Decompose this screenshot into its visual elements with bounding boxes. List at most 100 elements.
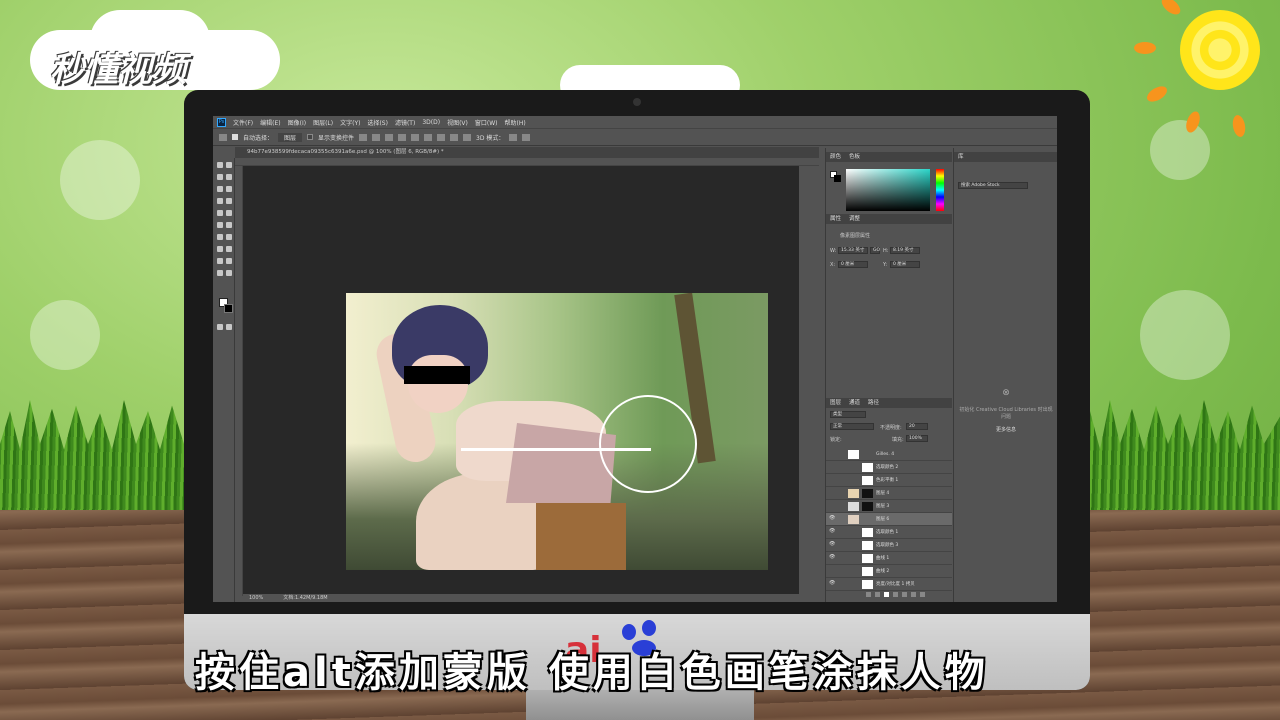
menu-help[interactable]: 帮助(H)	[505, 118, 526, 127]
visibility-toggle[interactable]	[829, 451, 834, 456]
fx-icon[interactable]	[875, 592, 880, 597]
blur-tool-icon[interactable]	[217, 234, 223, 240]
magic-wand-icon[interactable]	[226, 174, 232, 180]
distribute-icon[interactable]	[463, 133, 472, 141]
healing-brush-icon[interactable]	[217, 198, 223, 204]
link-layers-icon[interactable]	[866, 592, 871, 597]
visibility-toggle[interactable]: 👁	[829, 529, 835, 534]
align-center-icon[interactable]	[411, 133, 420, 141]
hue-slider[interactable]	[936, 169, 944, 211]
distribute-icon[interactable]	[450, 133, 459, 141]
y-field[interactable]: 0 厘米	[890, 261, 920, 268]
visibility-toggle[interactable]: 👁	[829, 555, 835, 560]
menu-layer[interactable]: 图层(L)	[313, 118, 333, 127]
zoom-tool-icon[interactable]	[226, 270, 232, 276]
zoom-level[interactable]: 100%	[249, 594, 263, 602]
photoshop-app-icon[interactable]: Ps	[217, 117, 226, 127]
tab-paths[interactable]: 路径	[868, 398, 879, 408]
canvas-area[interactable]	[243, 166, 799, 594]
clone-stamp-icon[interactable]	[217, 210, 223, 216]
eyedropper-icon[interactable]	[226, 186, 232, 192]
menu-type[interactable]: 文字(Y)	[340, 118, 360, 127]
layer-row[interactable]: 👁 选取颜色 1	[826, 526, 952, 539]
tab-properties[interactable]: 属性	[830, 214, 841, 224]
visibility-toggle[interactable]	[829, 490, 834, 495]
align-left-icon[interactable]	[398, 133, 407, 141]
menu-window[interactable]: 窗口(W)	[475, 118, 498, 127]
menu-image[interactable]: 图像(I)	[288, 118, 306, 127]
menu-3d[interactable]: 3D(D)	[422, 119, 440, 126]
vertical-scrollbar[interactable]	[799, 166, 819, 594]
shape-tool-icon[interactable]	[226, 258, 232, 264]
tab-swatches[interactable]: 色板	[849, 152, 860, 162]
menu-view[interactable]: 视图(V)	[447, 118, 468, 127]
hand-tool-icon[interactable]	[217, 270, 223, 276]
add-mask-icon[interactable]	[884, 592, 889, 597]
more-info-link[interactable]: 更多信息	[958, 426, 1054, 433]
auto-select-checkbox[interactable]	[232, 134, 238, 140]
layer-row[interactable]: 图层 3	[826, 500, 952, 513]
layer-row[interactable]: 👁 亮度/对比度 1 拷贝	[826, 578, 952, 591]
align-top-icon[interactable]	[359, 133, 368, 141]
layer-row[interactable]: Gilles. 4	[826, 448, 952, 461]
layer-row[interactable]: 👁 选取颜色 3	[826, 539, 952, 552]
layer-row[interactable]: 图层 4	[826, 487, 952, 500]
visibility-toggle[interactable]	[829, 568, 834, 573]
layer-row[interactable]: 色彩平衡 1	[826, 474, 952, 487]
tab-channels[interactable]: 通道	[849, 398, 860, 408]
visibility-toggle[interactable]	[829, 477, 834, 482]
align-right-icon[interactable]	[424, 133, 433, 141]
gradient-icon[interactable]	[226, 222, 232, 228]
tab-color[interactable]: 颜色	[830, 152, 841, 162]
lasso-tool-icon[interactable]	[217, 174, 223, 180]
doc-size[interactable]: 文档:1.42M/9.18M	[283, 594, 327, 602]
pen-tool-icon[interactable]	[217, 246, 223, 252]
group-icon[interactable]	[902, 592, 907, 597]
marquee-tool-icon[interactable]	[226, 162, 232, 168]
adjustment-layer-icon[interactable]	[893, 592, 898, 597]
layer-row[interactable]: 选取颜色 2	[826, 461, 952, 474]
menu-filter[interactable]: 滤镜(T)	[395, 118, 415, 127]
dodge-tool-icon[interactable]	[226, 234, 232, 240]
width-field[interactable]: 15.33 英寸	[838, 247, 868, 254]
menu-select[interactable]: 选择(S)	[367, 118, 388, 127]
move-tool-icon[interactable]	[219, 133, 227, 141]
3d-pan-icon[interactable]	[522, 133, 531, 141]
visibility-toggle[interactable]: 👁	[829, 516, 835, 521]
new-layer-icon[interactable]	[911, 592, 916, 597]
screen-mode-icon[interactable]	[226, 324, 232, 330]
tab-adjustments[interactable]: 调整	[849, 214, 860, 224]
move-tool-icon[interactable]	[217, 162, 223, 168]
trash-icon[interactable]	[920, 592, 925, 597]
visibility-toggle[interactable]	[829, 503, 834, 508]
bg-color-swatch[interactable]	[834, 175, 841, 182]
background-color-swatch[interactable]	[224, 304, 233, 313]
height-field[interactable]: 8.19 英寸	[890, 247, 920, 254]
menu-file[interactable]: 文件(F)	[233, 118, 253, 127]
document-tab[interactable]: 94b77e938599fdecaca09355c6391a6e.psd @ 1…	[235, 147, 819, 158]
tab-layers[interactable]: 图层	[830, 398, 841, 408]
history-brush-icon[interactable]	[226, 210, 232, 216]
menu-edit[interactable]: 编辑(E)	[260, 118, 280, 127]
link-dimensions-button[interactable]: GO	[870, 247, 880, 254]
visibility-toggle[interactable]	[829, 464, 834, 469]
type-tool-icon[interactable]	[226, 246, 232, 252]
library-search-input[interactable]: 搜索 Adobe Stock	[958, 182, 1028, 189]
fill-field[interactable]: 100%	[906, 435, 928, 442]
eraser-icon[interactable]	[217, 222, 223, 228]
3d-rotate-icon[interactable]	[509, 133, 518, 141]
brush-tool-icon[interactable]	[226, 198, 232, 204]
visibility-toggle[interactable]: 👁	[829, 581, 835, 586]
tab-libraries[interactable]: 库	[958, 152, 964, 162]
distribute-icon[interactable]	[437, 133, 446, 141]
x-field[interactable]: 0 厘米	[838, 261, 868, 268]
auto-select-dropdown[interactable]: 图层	[278, 132, 303, 142]
layer-row[interactable]: 曲线 2	[826, 565, 952, 578]
quick-mask-icon[interactable]	[217, 324, 223, 330]
layer-row-selected[interactable]: 👁 图层 6	[826, 513, 952, 526]
show-transform-checkbox[interactable]	[307, 134, 314, 140]
visibility-toggle[interactable]: 👁	[829, 542, 835, 547]
layer-row[interactable]: 👁 曲线 1	[826, 552, 952, 565]
path-select-icon[interactable]	[217, 258, 223, 264]
document-photo[interactable]	[346, 293, 768, 570]
